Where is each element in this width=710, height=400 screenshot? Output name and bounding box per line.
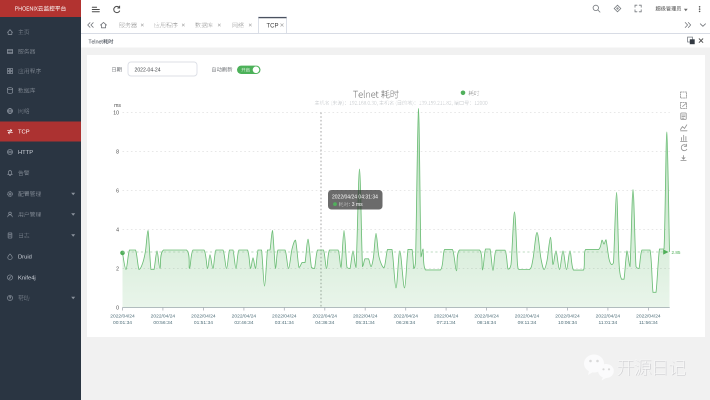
svg-text:0: 0 (116, 306, 119, 312)
svg-text:11:01:34: 11:01:34 (599, 320, 618, 326)
svg-text:03:41:34: 03:41:34 (275, 320, 294, 326)
svg-text:2022/04/24: 2022/04/24 (110, 314, 135, 320)
svg-text:TCP: TCP (267, 23, 279, 29)
svg-text:09:11:34: 09:11:34 (518, 320, 537, 326)
svg-text:10:06:34: 10:06:34 (558, 320, 577, 326)
svg-text:8: 8 (116, 150, 119, 156)
svg-text:2022/04/24: 2022/04/24 (191, 314, 216, 320)
svg-text:Druid: Druid (18, 255, 32, 261)
svg-text:00:56:34: 00:56:34 (153, 320, 172, 326)
svg-text:2022/04/24: 2022/04/24 (515, 314, 540, 320)
svg-text:00:01:34: 00:01:34 (113, 320, 132, 326)
svg-text:08:16:34: 08:16:34 (477, 320, 496, 326)
svg-text:2022-04-24: 2022-04-24 (135, 67, 161, 73)
svg-text:2: 2 (116, 267, 119, 273)
svg-text:: 3 ms: : 3 ms (349, 202, 363, 208)
svg-text:6: 6 (116, 189, 119, 195)
svg-text:2022/04/24: 2022/04/24 (353, 314, 378, 320)
svg-text:2.85: 2.85 (672, 250, 681, 255)
svg-text:04:36:34: 04:36:34 (315, 320, 334, 326)
svg-text:2022/04/24: 2022/04/24 (272, 314, 297, 320)
svg-text:02:46:34: 02:46:34 (234, 320, 253, 326)
svg-text:2022/04/24: 2022/04/24 (313, 314, 338, 320)
svg-text:4: 4 (116, 228, 119, 234)
svg-text:2022/04/24: 2022/04/24 (636, 314, 661, 320)
svg-text:10: 10 (113, 111, 119, 117)
svg-text:2022/04/24: 2022/04/24 (474, 314, 499, 320)
svg-text:ms: ms (114, 103, 121, 109)
svg-text:2022/04/24: 2022/04/24 (393, 314, 418, 320)
svg-text:2022/04/24: 2022/04/24 (555, 314, 580, 320)
svg-text:Knife4j: Knife4j (18, 276, 36, 282)
svg-text:2022/04/24: 2022/04/24 (434, 314, 459, 320)
svg-text:2022/04/24 04:31:34: 2022/04/24 04:31:34 (332, 195, 378, 201)
svg-text:TCP: TCP (18, 130, 30, 136)
svg-text:HTTP: HTTP (18, 150, 33, 156)
svg-text:06:26:34: 06:26:34 (396, 320, 415, 326)
svg-text:05:31:34: 05:31:34 (356, 320, 375, 326)
svg-text:11:56:34: 11:56:34 (639, 320, 658, 326)
svg-text:2022/04/24: 2022/04/24 (596, 314, 621, 320)
svg-text:2022/04/24: 2022/04/24 (232, 314, 257, 320)
svg-text:01:51:34: 01:51:34 (194, 320, 213, 326)
svg-text:07:21:34: 07:21:34 (437, 320, 456, 326)
svg-text:2022/04/24: 2022/04/24 (151, 314, 176, 320)
